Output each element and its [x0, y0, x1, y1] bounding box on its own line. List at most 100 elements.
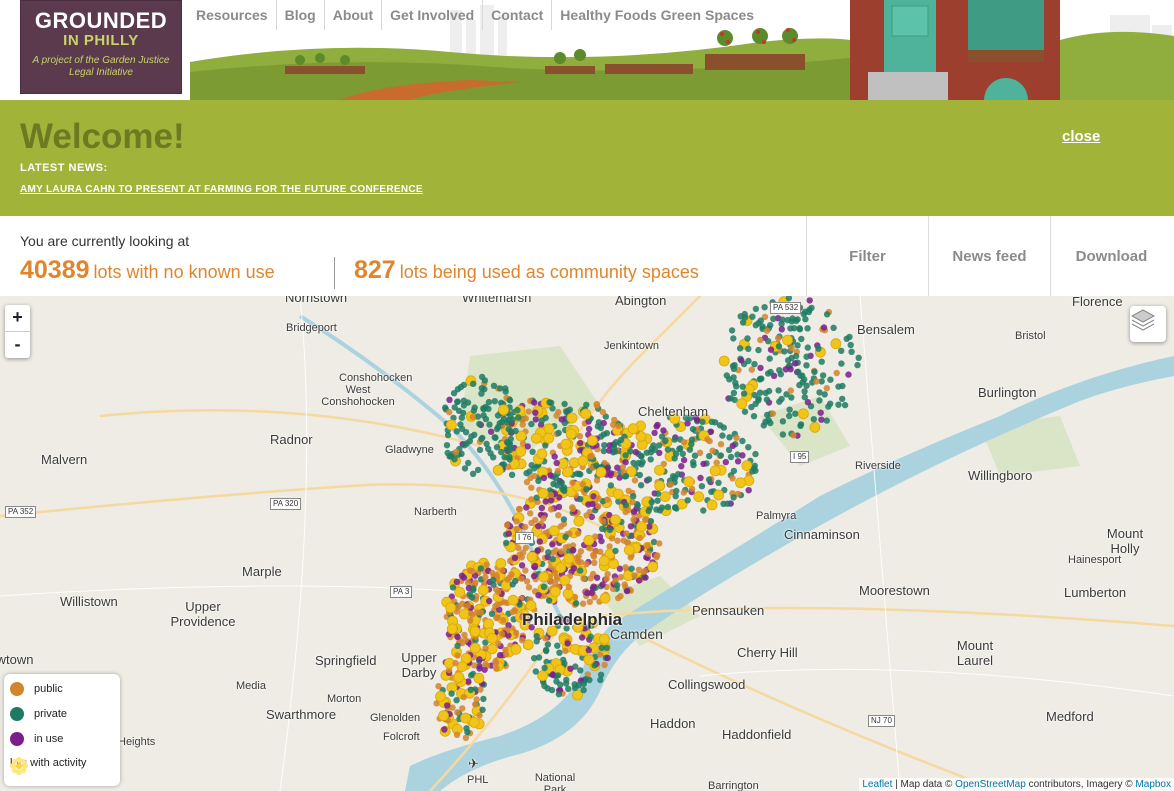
lot-marker[interactable]: [806, 297, 813, 304]
lot-marker[interactable]: [461, 442, 468, 449]
lot-marker[interactable]: [725, 446, 733, 454]
lot-marker[interactable]: [653, 506, 660, 513]
activity-marker[interactable]: [566, 412, 578, 424]
lot-marker[interactable]: [700, 507, 707, 514]
lot-marker[interactable]: [523, 504, 530, 511]
activity-marker[interactable]: [659, 491, 671, 503]
lot-marker[interactable]: [454, 398, 461, 405]
lot-marker[interactable]: [776, 398, 783, 405]
lot-marker[interactable]: [518, 575, 525, 582]
lot-marker[interactable]: [765, 387, 773, 395]
lot-marker[interactable]: [855, 354, 862, 361]
lot-marker[interactable]: [523, 478, 531, 486]
lot-marker[interactable]: [830, 324, 837, 331]
lot-marker[interactable]: [786, 406, 793, 413]
activity-marker[interactable]: [543, 432, 555, 444]
lot-marker[interactable]: [730, 494, 737, 501]
activity-marker[interactable]: [736, 398, 748, 410]
lot-marker[interactable]: [788, 394, 795, 401]
lot-marker[interactable]: [593, 477, 601, 484]
lot-marker[interactable]: [494, 614, 501, 621]
lot-marker[interactable]: [577, 439, 584, 447]
lot-marker[interactable]: [792, 410, 799, 417]
activity-marker[interactable]: [562, 466, 573, 478]
lot-marker[interactable]: [460, 693, 467, 701]
lot-marker[interactable]: [697, 474, 704, 482]
lot-marker[interactable]: [630, 508, 638, 515]
activity-marker[interactable]: [560, 438, 572, 450]
lot-marker[interactable]: [823, 311, 831, 318]
lot-marker[interactable]: [514, 407, 521, 414]
lot-marker[interactable]: [651, 429, 658, 437]
lot-marker[interactable]: [616, 474, 623, 481]
lot-marker[interactable]: [802, 316, 809, 323]
lot-marker[interactable]: [479, 706, 486, 713]
activity-marker[interactable]: [565, 428, 577, 440]
lot-marker[interactable]: [752, 305, 760, 313]
lot-marker[interactable]: [513, 518, 520, 525]
activity-marker[interactable]: [587, 435, 598, 447]
lot-marker[interactable]: [487, 450, 494, 457]
lot-marker[interactable]: [574, 470, 581, 477]
nav-blog[interactable]: Blog: [275, 0, 324, 30]
lot-marker[interactable]: [686, 446, 694, 453]
lot-marker[interactable]: [529, 448, 536, 455]
lot-marker[interactable]: [758, 375, 765, 382]
lot-marker[interactable]: [583, 486, 590, 493]
lot-marker[interactable]: [505, 530, 512, 537]
lot-marker[interactable]: [794, 342, 801, 349]
lot-marker[interactable]: [583, 512, 590, 519]
lot-marker[interactable]: [476, 712, 483, 719]
lot-marker[interactable]: [598, 537, 605, 545]
site-logo[interactable]: GROUNDED IN PHILLY A project of the Gard…: [20, 0, 182, 94]
lot-marker[interactable]: [482, 574, 489, 581]
lot-marker[interactable]: [459, 600, 466, 607]
lot-marker[interactable]: [684, 420, 691, 427]
lot-marker[interactable]: [823, 417, 830, 424]
activity-marker[interactable]: [515, 446, 527, 457]
lot-marker[interactable]: [518, 554, 525, 561]
lot-marker[interactable]: [542, 635, 549, 642]
lot-marker[interactable]: [579, 600, 587, 607]
lot-marker[interactable]: [522, 415, 529, 422]
lot-marker[interactable]: [549, 541, 556, 548]
lot-marker[interactable]: [449, 584, 457, 591]
lot-marker[interactable]: [487, 428, 495, 435]
lot-marker[interactable]: [550, 480, 557, 488]
activity-marker[interactable]: [460, 712, 472, 724]
lot-marker[interactable]: [726, 376, 733, 383]
lot-marker[interactable]: [536, 538, 543, 545]
nav-about[interactable]: About: [323, 0, 381, 30]
lot-marker[interactable]: [790, 325, 798, 332]
lot-marker[interactable]: [630, 493, 637, 500]
lot-marker[interactable]: [542, 498, 549, 505]
lot-marker[interactable]: [700, 460, 707, 468]
lot-marker[interactable]: [585, 647, 592, 654]
lot-marker[interactable]: [755, 346, 762, 354]
lot-marker[interactable]: [792, 352, 800, 360]
lot-marker[interactable]: [555, 512, 562, 519]
lot-marker[interactable]: [443, 442, 451, 449]
lot-marker[interactable]: [577, 667, 584, 674]
lot-marker[interactable]: [841, 401, 849, 409]
lot-marker[interactable]: [748, 366, 755, 373]
lot-marker[interactable]: [467, 686, 474, 694]
lot-marker[interactable]: [664, 503, 672, 511]
lot-marker[interactable]: [549, 555, 556, 563]
activity-marker[interactable]: [830, 338, 842, 350]
lot-marker[interactable]: [622, 472, 630, 480]
lot-marker[interactable]: [486, 421, 493, 428]
lot-marker[interactable]: [498, 448, 505, 456]
activity-marker[interactable]: [495, 558, 507, 569]
lot-marker[interactable]: [790, 432, 797, 439]
lot-marker[interactable]: [631, 572, 638, 579]
lot-marker[interactable]: [604, 496, 611, 503]
lot-marker[interactable]: [464, 602, 471, 609]
lot-marker[interactable]: [610, 421, 617, 428]
lot-marker[interactable]: [567, 665, 574, 672]
lot-marker[interactable]: [660, 427, 667, 434]
lot-marker[interactable]: [562, 533, 569, 541]
nav-healthy-foods[interactable]: Healthy Foods Green Spaces: [551, 0, 762, 30]
lot-marker[interactable]: [745, 444, 752, 451]
lot-marker[interactable]: [569, 479, 576, 486]
